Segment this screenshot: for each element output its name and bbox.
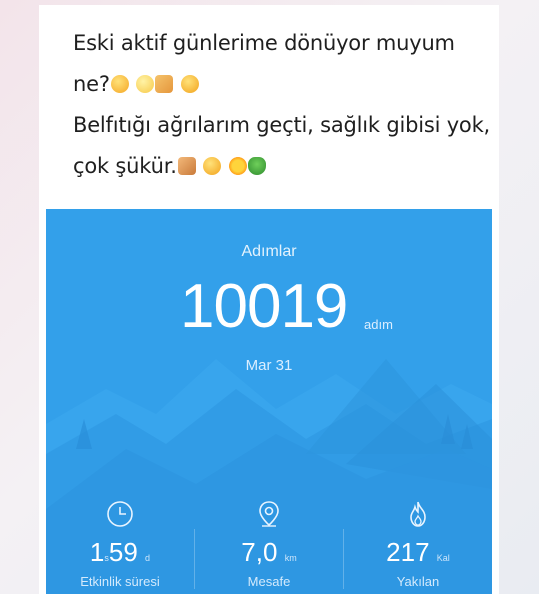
post-line-4: çok şükür. [73, 146, 493, 187]
post-line-2: ne? [73, 64, 493, 105]
stat-distance-label: Mesafe [247, 574, 291, 589]
stat-distance: 7,0 km Mesafe [195, 499, 343, 589]
thumbs-up-emoji-icon [177, 157, 196, 175]
post-line-1: Eski aktif günlerime dönüyor muyum [73, 31, 455, 55]
minutes-unit: d [145, 553, 151, 563]
stat-distance-value: 7,0 km [195, 537, 343, 568]
stat-calories: 217 Kal Yakılan [344, 499, 492, 589]
smile-emoji-icon [110, 75, 129, 93]
post-line-2-text: ne? [73, 72, 110, 96]
stats-row: 1s59 d Etkinlik süresi 7,0 km Mesafe 217… [46, 499, 492, 594]
wink-emoji-icon [203, 157, 222, 175]
clover-emoji-icon [247, 157, 266, 175]
calories-unit: Kal [436, 553, 450, 563]
steps-card-image[interactable]: Adımlar 10019 adım Mar 31 1s59 d Etkinli… [46, 209, 492, 594]
stat-activity-time: 1s59 d Etkinlik süresi [46, 499, 194, 589]
distance-unit: km [284, 553, 297, 563]
step-unit: adım [364, 317, 393, 332]
post-line-4-text: çok şükür. [73, 154, 177, 178]
stat-calories-label: Yakılan [396, 574, 440, 589]
post-card: Eski aktif günlerime dönüyor muyum ne? B… [39, 5, 499, 594]
step-count: 10019 [180, 272, 348, 341]
stat-activity-time-label: Etkinlik süresi [80, 574, 160, 589]
sun-emoji-icon [228, 157, 247, 175]
post-line-3: Belfıtığı ağrılarım geçti, sağlık gibisi… [73, 113, 491, 137]
clock-icon [107, 501, 133, 527]
steps-title: Adımlar [241, 243, 297, 260]
stat-activity-time-value: 1s59 d [46, 537, 194, 568]
location-pin-icon [259, 501, 279, 527]
wink-emoji-icon [180, 75, 199, 93]
calories-value: 217 [386, 537, 430, 567]
post-text: Eski aktif günlerime dönüyor muyum ne? B… [73, 23, 493, 187]
sweat-emoji-icon [136, 75, 155, 93]
muscle-emoji-icon [155, 75, 174, 93]
stat-calories-value: 217 Kal [344, 537, 492, 568]
distance-value: 7,0 [241, 537, 278, 567]
steps-date: Mar 31 [245, 357, 293, 374]
flame-icon [410, 501, 426, 527]
activity-minutes: 59 [108, 537, 138, 567]
activity-hours: 1 [89, 537, 105, 567]
